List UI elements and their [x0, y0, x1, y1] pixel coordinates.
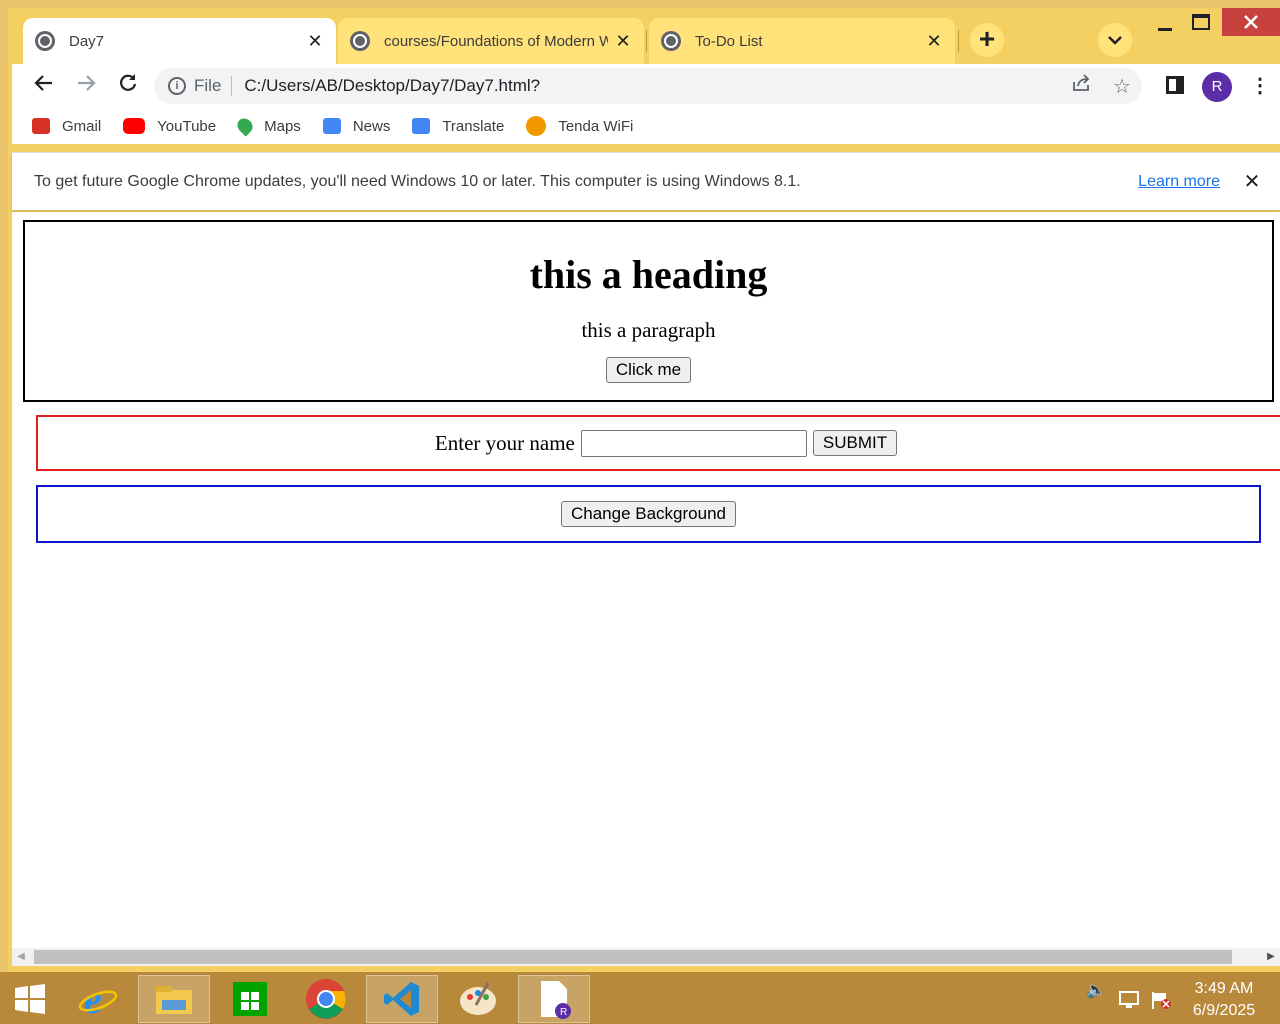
news-icon — [322, 118, 341, 134]
reload-icon — [120, 74, 137, 91]
back-button[interactable] — [28, 70, 60, 102]
page-heading: this a heading — [529, 252, 768, 297]
close-window-button[interactable] — [1222, 8, 1280, 36]
name-label: Enter your name — [434, 430, 575, 455]
update-infobar: To get future Google Chrome updates, you… — [12, 152, 1280, 210]
info-icon[interactable]: i — [168, 77, 186, 95]
bookmark-tenda[interactable]: Tenda WiFi — [526, 116, 633, 136]
close-icon[interactable]: ✕ — [925, 31, 943, 52]
tab-title: courses/Foundations of Modern W — [384, 32, 608, 50]
translate-icon — [412, 118, 431, 134]
browser-toolbar: i File C:/Users/AB/Desktop/Day7/Day7.htm… — [12, 64, 1280, 108]
tab-separator — [958, 30, 959, 52]
tab-title: To-Do List — [695, 32, 763, 50]
vscode-icon[interactable] — [366, 975, 438, 1023]
bookmark-youtube[interactable]: YouTube — [123, 118, 216, 135]
bookmark-translate[interactable]: Translate — [412, 118, 504, 135]
name-input[interactable] — [580, 429, 807, 457]
clock-date: 6/9/2025 — [1192, 1002, 1256, 1019]
tab-search-button[interactable] — [1098, 23, 1132, 57]
background-box: Change Background — [36, 485, 1261, 543]
back-arrow-icon — [34, 75, 52, 91]
flag-icon[interactable] — [1150, 980, 1172, 1020]
globe-icon — [35, 31, 55, 51]
youtube-icon — [123, 118, 146, 134]
bookmark-gmail[interactable]: Gmail — [32, 118, 101, 135]
share-icon[interactable] — [1062, 74, 1102, 98]
scroll-left-icon[interactable]: ◀ — [12, 948, 30, 966]
maps-icon — [234, 115, 256, 137]
heading-box: this a heading this a paragraph Click me — [23, 220, 1274, 402]
bookmark-label: Gmail — [62, 117, 102, 135]
bookmark-label: Translate — [442, 117, 505, 135]
bookmark-maps[interactable]: Maps — [234, 115, 301, 137]
network-icon[interactable] — [1118, 980, 1140, 1020]
file-explorer-icon[interactable] — [138, 975, 210, 1023]
close-icon[interactable]: ✕ — [1242, 169, 1262, 194]
store-icon[interactable] — [214, 975, 286, 1023]
bookmark-label: Tenda WiFi — [558, 117, 634, 135]
tab-todo[interactable]: To-Do List ✕ — [649, 18, 955, 64]
tab-separator — [646, 30, 647, 52]
side-panel-icon[interactable] — [1166, 76, 1184, 94]
tab-day7[interactable]: Day7 ✕ — [23, 18, 336, 64]
close-icon[interactable]: ✕ — [306, 31, 324, 52]
bookmarks-bar: Gmail YouTube Maps News Translate Tenda … — [12, 108, 1280, 144]
infobar-message: To get future Google Chrome updates, you… — [34, 172, 801, 190]
chrome-icon[interactable] — [290, 975, 362, 1023]
file-icon[interactable]: R — [518, 975, 590, 1023]
maximize-button[interactable] — [1186, 8, 1216, 36]
taskbar: e R 🔈 3:49 AM 6/9/2025 — [0, 972, 1280, 1024]
learn-more-link[interactable]: Learn more — [1138, 173, 1220, 191]
tab-courses[interactable]: courses/Foundations of Modern W ✕ — [338, 18, 644, 64]
horizontal-scrollbar[interactable]: ◀ ▶ — [12, 948, 1280, 966]
tenda-icon — [526, 116, 547, 136]
minimize-button[interactable] — [1150, 8, 1180, 36]
submit-button[interactable]: SUBMIT — [812, 430, 898, 456]
page-content: this a heading this a paragraph Click me… — [12, 212, 1280, 948]
star-icon[interactable]: ☆ — [1102, 74, 1142, 99]
address-bar[interactable]: i File C:/Users/AB/Desktop/Day7/Day7.htm… — [154, 68, 1142, 104]
click-me-button[interactable]: Click me — [605, 357, 692, 383]
reload-button[interactable] — [112, 70, 144, 102]
close-icon[interactable]: ✕ — [614, 31, 632, 52]
name-form-box: Enter your name SUBMIT — [36, 415, 1280, 471]
maximize-icon — [1192, 14, 1210, 30]
paint-icon[interactable] — [442, 975, 514, 1023]
bookmark-label: YouTube — [157, 117, 217, 135]
change-background-button[interactable]: Change Background — [560, 501, 736, 527]
scrollbar-thumb[interactable] — [34, 950, 1232, 964]
url-scheme: File — [194, 76, 233, 96]
menu-icon[interactable]: ⋮ — [1248, 70, 1272, 102]
svg-text:R: R — [560, 1007, 567, 1018]
scroll-right-icon[interactable]: ▶ — [1262, 948, 1280, 966]
minimize-icon — [1158, 28, 1172, 31]
internet-explorer-icon[interactable]: e — [62, 975, 134, 1023]
tab-title: Day7 — [69, 32, 105, 50]
taskbar-clock[interactable]: 3:49 AM 6/9/2025 — [1176, 978, 1272, 1022]
forward-button[interactable] — [70, 70, 102, 102]
volume-icon[interactable]: 🔈 — [1086, 980, 1106, 1020]
close-icon — [1244, 15, 1258, 29]
clock-time: 3:49 AM — [1194, 980, 1254, 997]
url-text[interactable]: C:/Users/AB/Desktop/Day7/Day7.html? — [244, 76, 1062, 96]
avatar[interactable]: R — [1202, 72, 1232, 102]
tab-strip: Day7 ✕ courses/Foundations of Modern W ✕… — [8, 8, 1280, 64]
new-tab-button[interactable]: + — [970, 23, 1004, 57]
page-paragraph: this a paragraph — [581, 318, 716, 342]
browser-window: Day7 ✕ courses/Foundations of Modern W ✕… — [8, 8, 1280, 972]
windows-start-icon[interactable] — [0, 975, 60, 1023]
globe-icon — [350, 31, 370, 51]
bookmark-label: Maps — [264, 117, 301, 135]
bookmark-news[interactable]: News — [322, 117, 391, 135]
bookmark-label: News — [352, 117, 391, 135]
chevron-down-icon — [1108, 36, 1122, 45]
forward-arrow-icon — [78, 75, 96, 91]
gmail-icon — [32, 118, 50, 134]
globe-icon — [661, 31, 681, 51]
